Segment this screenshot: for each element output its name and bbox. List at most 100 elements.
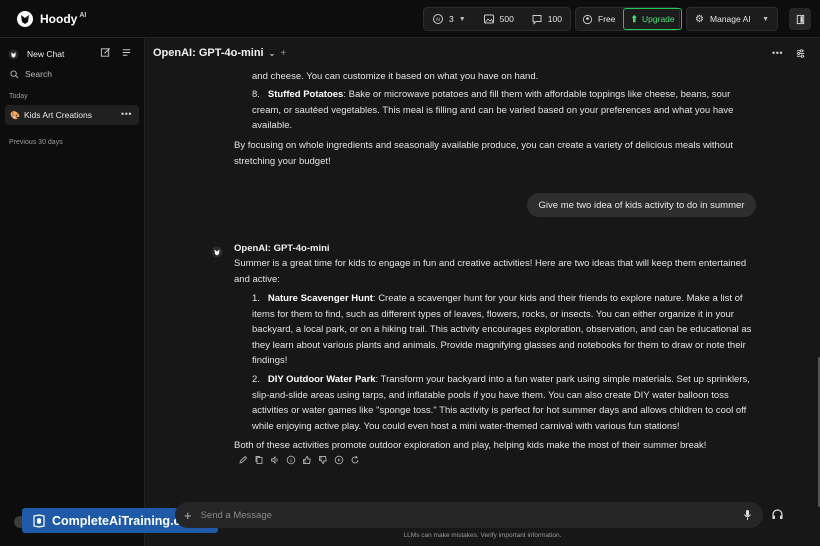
brand-name: Hoody <box>40 11 78 26</box>
message-input-bar: + <box>175 502 763 528</box>
search-icon <box>10 69 19 78</box>
more-options-icon[interactable]: ••• <box>772 48 783 59</box>
message-input[interactable] <box>200 509 721 521</box>
prev-item-8: 8. Stuffed Potatoes: Bake or microwave p… <box>252 87 730 103</box>
brand[interactable]: Hoody AI <box>16 10 86 28</box>
list-number: 1. <box>252 293 260 304</box>
upgrade-button[interactable]: ⬆ Upgrade <box>623 8 682 30</box>
chevron-down-icon: ▼ <box>458 15 466 23</box>
plan-free: Free <box>582 14 615 25</box>
sidebar-search[interactable]: Search <box>10 69 52 79</box>
prev-closing-line1: By focusing on whole ingredients and sea… <box>234 140 734 151</box>
models-stat[interactable]: AI 3 ▼ <box>432 13 466 25</box>
item-text: : Bake or microwave potatoes and fill th… <box>343 89 731 100</box>
closing-line: Both of these activities promote outdoor… <box>234 440 707 451</box>
user-icon <box>582 14 593 24</box>
door-icon <box>796 14 804 24</box>
usage-stats: AI 3 ▼ 500 100 <box>423 7 571 31</box>
brand-sup: AI <box>79 12 87 19</box>
list-number: 2. <box>252 374 260 385</box>
speaker-icon[interactable] <box>270 455 280 465</box>
manage-ai-label: Manage AI <box>709 14 751 24</box>
sidebar-chat-item[interactable]: 🎨 Kids Art Creations ••• <box>5 105 139 125</box>
models-count: 3 <box>449 14 454 24</box>
list-number: 8. <box>252 89 260 100</box>
sidebar-panel-button[interactable] <box>789 8 811 30</box>
item-text: : Transform your backyard into a fun wat… <box>375 374 750 385</box>
messages-count: 100 <box>547 14 562 24</box>
ai-model-icon: AI <box>433 14 443 24</box>
sidebar-actions <box>100 47 132 58</box>
message-icon <box>532 15 542 25</box>
item-title: Stuffed Potatoes <box>267 89 344 100</box>
headphones-icon[interactable] <box>771 508 784 521</box>
plan-box: Free ⬆ Upgrade <box>575 7 682 31</box>
prev-item-8-line3: available. <box>252 120 293 131</box>
arrow-up-icon: ⬆ <box>630 13 639 24</box>
add-model-icon[interactable]: + <box>280 48 286 59</box>
prev-text-line: and cheese. You can customize it based o… <box>252 71 539 82</box>
add-attachment-icon[interactable]: + <box>184 508 192 523</box>
list-item-2: 2. DIY Outdoor Water Park: Transform you… <box>252 372 750 388</box>
more-options-icon[interactable]: ••• <box>121 109 132 119</box>
images-stat[interactable]: 500 <box>483 13 514 25</box>
copy-icon[interactable] <box>254 455 264 465</box>
list-item-1: 1. Nature Scavenger Hunt: Create a scave… <box>252 291 743 307</box>
chevron-down-icon: ⌄ <box>268 48 276 58</box>
list-item-1-line4: they learn about various plants and anim… <box>252 340 746 351</box>
section-previous-30-days: Previous 30 days <box>9 139 63 146</box>
top-bar: Hoody AI AI 3 ▼ 500 100 Free ⬆ Upgrade ⚙… <box>0 0 820 38</box>
list-item-2-line4: while enjoying active play. You could ev… <box>252 421 680 432</box>
hoody-logo-icon <box>8 48 19 60</box>
ai-logo-icon <box>33 513 45 528</box>
item-title: Nature Scavenger Hunt <box>267 293 373 304</box>
list-item-2-line2: slip-and-slide areas using tarps, and in… <box>252 390 729 401</box>
sidebar: New Chat Search Today 🎨 Kids Art Creatio… <box>0 38 145 546</box>
model-name: OpenAI: GPT-4o-mini <box>153 47 264 59</box>
play-circle-icon[interactable] <box>334 455 344 465</box>
menu-icon[interactable] <box>121 47 132 58</box>
new-chat-label: New Chat <box>27 49 65 59</box>
section-today: Today <box>9 93 28 100</box>
messages-stat[interactable]: 100 <box>531 13 562 25</box>
prev-closing-line2: stretching your budget! <box>234 156 331 167</box>
chat-header: OpenAI: GPT-4o-mini ⌄ + ••• <box>145 38 820 68</box>
list-item-2-line3: activities or water games like "sponge t… <box>252 405 747 416</box>
manage-ai-button[interactable]: ⚙ Manage AI ▼ <box>686 7 778 31</box>
message-actions <box>238 455 360 465</box>
regenerate-icon[interactable] <box>350 455 360 465</box>
info-icon[interactable] <box>286 455 296 465</box>
model-selector[interactable]: OpenAI: GPT-4o-mini ⌄ + <box>153 47 286 59</box>
prev-item-8-line2: cream, or sautéed vegetables. This meal … <box>252 105 734 116</box>
gear-icon: ⚙ <box>695 13 704 25</box>
thumbs-up-icon[interactable] <box>302 455 312 465</box>
search-label: Search <box>25 69 52 79</box>
chat-item-label: Kids Art Creations <box>23 110 92 120</box>
image-icon <box>483 14 494 24</box>
plan-label: Free <box>598 14 616 24</box>
intro-line2: and active: <box>234 274 280 285</box>
intro-line1: Summer is a great time for kids to engag… <box>234 258 747 269</box>
edit-icon[interactable] <box>100 47 111 58</box>
thumbs-down-icon[interactable] <box>318 455 328 465</box>
images-count: 500 <box>499 14 514 24</box>
svg-text:AI: AI <box>436 17 440 23</box>
palette-icon: 🎨 <box>10 110 20 120</box>
disclaimer: LLMs can make mistakes. Verify important… <box>403 532 562 539</box>
bot-avatar-icon <box>211 246 223 258</box>
edit-icon[interactable] <box>238 455 248 465</box>
bot-name: OpenAI: GPT-4o-mini <box>234 243 330 254</box>
upgrade-label: Upgrade <box>642 14 675 24</box>
user-message: Give me two idea of kids activity to do … <box>527 193 756 217</box>
chat-messages: and cheese. You can customize it based o… <box>145 68 820 498</box>
hoody-logo-icon <box>17 10 33 27</box>
settings-sliders-icon[interactable] <box>795 48 806 59</box>
header-actions: ••• <box>772 48 806 59</box>
item-text: : Create a scavenger hunt for your kids … <box>372 293 743 304</box>
chevron-down-icon: ▼ <box>762 15 769 23</box>
list-item-1-line2: items for them to find, such as differen… <box>252 309 734 320</box>
list-item-1-line5: findings! <box>252 355 288 366</box>
microphone-icon[interactable] <box>742 509 753 521</box>
list-item-1-line3: backyard, a local park, or on a hiking t… <box>252 324 752 335</box>
item-title: DIY Outdoor Water Park <box>267 374 376 385</box>
